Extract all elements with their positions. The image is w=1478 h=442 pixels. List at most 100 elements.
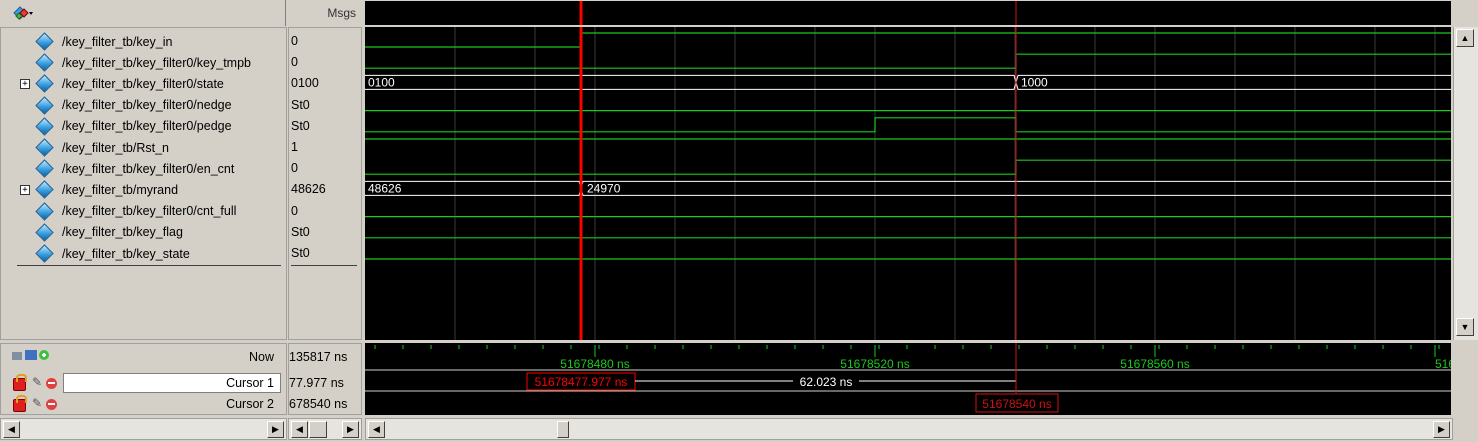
signal-values-pane: 0 0 0100 St0 St0 1 0 48626 0 St0 St0 <box>288 27 362 340</box>
cursor1-lock-icon[interactable] <box>13 374 27 391</box>
vertical-scrollbar[interactable]: ▲ ▼ <box>1453 27 1478 340</box>
tick-label: 51678480 ns <box>560 357 629 371</box>
names-hscrollbar[interactable]: ◀ ▶ <box>0 418 287 440</box>
signal-name: /key_filter_tb/key_flag <box>62 225 183 240</box>
signal-name: /key_filter_tb/key_filter0/pedge <box>62 119 232 134</box>
wave-myrand-bus <box>365 180 1451 196</box>
signal-row[interactable]: + /key_filter_tb/key_filter0/state <box>1 73 286 94</box>
signal-value: 0 <box>291 34 298 48</box>
signal-name: /key_filter_tb/key_in <box>62 34 173 49</box>
state-segment-label: 0100 <box>368 75 395 89</box>
cursor2-value: 678540 ns <box>289 397 348 411</box>
scroll-header <box>1453 0 1478 26</box>
cursor-controls-pane: Now ✎ Cursor 1 ✎ Cursor 2 <box>0 343 287 415</box>
signal-name: /key_filter_tb/key_filter0/key_tmpb <box>62 55 251 70</box>
wave-header-canvas <box>579 1 1017 25</box>
expand-icon[interactable]: + <box>20 184 30 195</box>
scroll-down-icon[interactable]: ▼ <box>1456 318 1474 336</box>
signal-row[interactable]: /key_filter_tb/key_filter0/key_tmpb <box>1 52 286 73</box>
myrand-segment-label: 48626 <box>368 181 402 195</box>
signal-diamond-icon <box>35 53 54 72</box>
scroll-left-icon[interactable]: ◀ <box>368 421 385 438</box>
signal-diamond-icon <box>35 74 54 94</box>
signal-diamond-icon <box>35 223 54 242</box>
now-label: Now <box>248 350 274 364</box>
cursor1-wrench-icon[interactable]: ✎ <box>32 376 42 388</box>
row-separator <box>17 265 281 266</box>
signal-row[interactable]: /key_filter_tb/key_filter0/en_cnt <box>1 158 286 179</box>
signal-name: /key_filter_tb/key_filter0/state <box>62 76 224 91</box>
scroll-right-icon[interactable]: ▶ <box>1433 421 1450 438</box>
waveform-canvas[interactable]: 0100 1000 48626 24970 <box>365 27 1451 340</box>
signal-row[interactable]: /key_filter_tb/key_filter0/cnt_full <box>1 201 286 222</box>
wave-state-bus <box>365 74 1451 90</box>
wave-key-tmpb <box>365 53 1451 69</box>
timeline-canvas[interactable]: 51678480 ns 51678520 ns 51678560 ns 5167860… <box>365 343 1451 415</box>
signal-row[interactable]: /key_filter_tb/key_in <box>1 31 286 52</box>
wave-header <box>365 1 1451 25</box>
signal-diamond-icon <box>35 159 54 178</box>
expand-icon[interactable]: + <box>20 78 30 89</box>
waveform-pane[interactable]: 0100 1000 48626 24970 <box>365 27 1451 340</box>
cursor1-time-label: 51678477.977 ns <box>535 375 628 389</box>
signal-diamond-icon <box>35 95 54 115</box>
signal-row[interactable]: + /key_filter_tb/myrand <box>1 179 286 200</box>
wave-en-cnt <box>365 159 1451 175</box>
signal-name: /key_filter_tb/key_state <box>62 246 190 261</box>
scroll-right-icon[interactable]: ▶ <box>342 421 359 438</box>
scroll-left-icon[interactable]: ◀ <box>291 421 308 438</box>
signal-value: 0 <box>291 203 298 218</box>
values-hscrollbar[interactable]: ◀ ▶ <box>288 418 362 440</box>
signal-value: 1 <box>291 140 298 154</box>
state-segment-label: 1000 <box>1021 75 1048 89</box>
signal-value: 0 <box>291 55 298 70</box>
signal-name: /key_filter_tb/myrand <box>62 182 179 197</box>
cursor1-value: 77.977 ns <box>289 376 344 390</box>
signal-diamond-icon <box>35 117 54 136</box>
cursor2-time-label: 51678540 ns <box>982 397 1051 411</box>
signal-diamond-icon <box>35 32 54 51</box>
signal-row[interactable]: /key_filter_tb/key_flag <box>1 222 286 243</box>
cursor2-lock-icon[interactable] <box>13 395 27 412</box>
wave-pedge <box>365 117 1451 133</box>
cursor1-delete-icon[interactable] <box>46 378 57 389</box>
signal-diamond-icon <box>35 180 54 200</box>
signal-name: /key_filter_tb/Rst_n <box>62 140 169 155</box>
tick-label: 51678520 ns <box>840 357 909 371</box>
scroll-right-icon[interactable]: ▶ <box>267 421 284 438</box>
wave-key-in <box>365 32 1451 48</box>
timeline-pane[interactable]: 51678480 ns 51678520 ns 51678560 ns 5167860… <box>365 343 1451 415</box>
row-separator <box>291 265 357 266</box>
signal-value: St0 <box>291 246 310 260</box>
signal-select-icon[interactable] <box>12 5 34 21</box>
wave-state-bus <box>365 74 1451 90</box>
wave-hscrollbar[interactable]: ◀ ▶ <box>365 418 1453 440</box>
wave-scroll-thumb[interactable] <box>557 421 569 438</box>
signal-row[interactable]: /key_filter_tb/key_state <box>1 243 286 264</box>
msgs-header: Msgs <box>288 0 362 26</box>
scroll-up-icon[interactable]: ▲ <box>1456 29 1474 47</box>
signal-names-pane: /key_filter_tb/key_in/key_filter_tb/key_… <box>0 27 287 340</box>
wave-myrand-bus <box>365 180 1451 196</box>
signal-value: 48626 <box>291 182 326 197</box>
cursor2-wrench-icon[interactable]: ✎ <box>32 397 42 409</box>
signal-value: St0 <box>291 118 310 133</box>
cursor2-delete-icon[interactable] <box>46 399 57 410</box>
add-cursor-icon[interactable] <box>11 348 61 362</box>
values-scroll-thumb[interactable] <box>309 421 327 438</box>
signal-diamond-icon <box>35 138 54 157</box>
signal-diamond-icon <box>35 244 54 263</box>
delta-label: 62.023 ns <box>800 375 853 389</box>
signal-value: 0100 <box>291 76 319 91</box>
names-header <box>0 0 286 26</box>
tick-label: 51678600 <box>1435 357 1451 371</box>
myrand-segment-label: 24970 <box>587 181 621 195</box>
scroll-left-icon[interactable]: ◀ <box>3 421 20 438</box>
signal-value: St0 <box>291 97 310 112</box>
signal-name: /key_filter_tb/key_filter0/cnt_full <box>62 204 237 219</box>
signal-name: /key_filter_tb/key_filter0/nedge <box>62 98 232 113</box>
cursor1-label: Cursor 1 <box>226 376 274 390</box>
signal-row[interactable]: /key_filter_tb/key_filter0/pedge <box>1 116 286 137</box>
signal-row[interactable]: /key_filter_tb/key_filter0/nedge <box>1 95 286 116</box>
signal-row[interactable]: /key_filter_tb/Rst_n <box>1 137 286 158</box>
